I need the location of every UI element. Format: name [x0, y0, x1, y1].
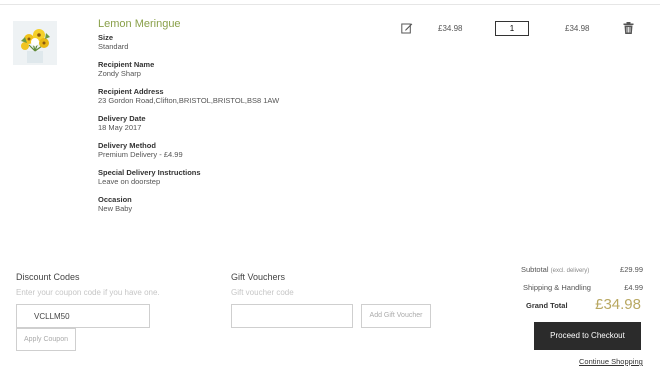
subtotal-label: Subtotal (excl. delivery): [521, 265, 589, 274]
shipping-value: £4.99: [624, 283, 643, 292]
shipping-label: Shipping & Handling: [523, 283, 591, 292]
detail-label: Size: [98, 33, 114, 42]
detail-label: Delivery Method: [98, 141, 156, 150]
detail-size: Size Standard: [98, 33, 358, 52]
detail-label: Delivery Date: [98, 114, 146, 123]
detail-value: 18 May 2017: [98, 123, 142, 132]
detail-delivery-date: Delivery Date 18 May 2017: [98, 114, 358, 133]
detail-value: New Baby: [98, 204, 133, 213]
detail-recipient-name: Recipient Name Zondy Sharp: [98, 60, 358, 79]
subtotal-note: (excl. delivery): [550, 268, 590, 274]
subtotal-label-text: Subtotal: [521, 265, 549, 274]
detail-value: Leave on doorstep: [98, 177, 161, 186]
discount-hint: Enter your coupon code if you have one.: [16, 288, 160, 297]
detail-occasion: Occasion New Baby: [98, 195, 358, 214]
voucher-input[interactable]: [231, 304, 353, 328]
continue-shopping-link[interactable]: Continue Shopping: [579, 357, 643, 366]
top-divider: [0, 4, 660, 5]
voucher-hint: Gift voucher code: [231, 288, 294, 297]
detail-label: Special Delivery Instructions: [98, 168, 201, 177]
add-gift-voucher-button[interactable]: Add Gift Voucher: [361, 304, 431, 328]
detail-label: Recipient Address: [98, 87, 164, 96]
apply-coupon-button[interactable]: Apply Coupon: [16, 328, 76, 351]
trash-icon[interactable]: [623, 21, 634, 34]
detail-label: Occasion: [98, 195, 132, 204]
quantity-input[interactable]: [495, 21, 529, 36]
detail-value: Zondy Sharp: [98, 69, 141, 78]
product-image[interactable]: [13, 21, 57, 65]
grand-total-label: Grand Total: [526, 301, 568, 310]
detail-special-instructions: Special Delivery Instructions Leave on d…: [98, 168, 358, 187]
edit-icon[interactable]: [401, 21, 413, 34]
coupon-input[interactable]: [16, 304, 150, 328]
discount-title: Discount Codes: [16, 272, 80, 282]
detail-recipient-address: Recipient Address 23 Gordon Road,Clifton…: [98, 87, 358, 106]
unit-price: £34.98: [438, 24, 463, 33]
item-details: Size Standard Recipient Name Zondy Sharp…: [98, 33, 358, 222]
detail-label: Recipient Name: [98, 60, 155, 69]
detail-value: 23 Gordon Road,Clifton,BRISTOL,BRISTOL,B…: [98, 96, 280, 105]
detail-value: Standard: [98, 42, 129, 51]
grand-total-value: £34.98: [595, 296, 641, 313]
subtotal-value: £29.99: [620, 265, 643, 274]
product-name[interactable]: Lemon Meringue: [98, 18, 181, 30]
detail-value: Premium Delivery - £4.99: [98, 150, 183, 159]
proceed-to-checkout-button[interactable]: Proceed to Checkout: [534, 322, 641, 350]
line-total: £34.98: [565, 24, 590, 33]
detail-delivery-method: Delivery Method Premium Delivery - £4.99: [98, 141, 358, 160]
voucher-title: Gift Vouchers: [231, 272, 286, 282]
